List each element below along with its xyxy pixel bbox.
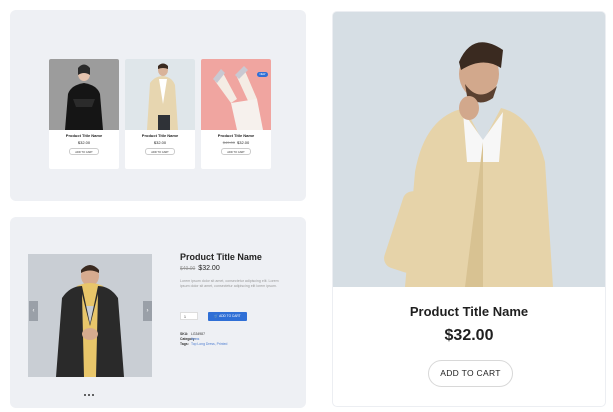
product-card[interactable]: Product Title Name $32.00 ADD TO CART [125,59,195,169]
product-title[interactable]: Product Title Name [125,133,195,138]
add-to-cart-button[interactable]: ADD TO CART [145,148,175,155]
large-product-image[interactable] [333,12,605,287]
product-grid-panel: Product Title Name $32.00 ADD TO CART Pr… [10,10,306,201]
product-detail-price-value: $32.00 [198,265,220,272]
product-card[interactable]: Product Title Name $32.00 ADD TO CART [49,59,119,169]
product-image[interactable] [125,59,195,130]
product-title[interactable]: Product Title Name [49,133,119,138]
large-product-price: $32.00 [444,327,494,344]
add-to-cart-button[interactable]: ADD TO CART [428,360,513,387]
large-product-title[interactable]: Product Title Name [333,304,605,319]
sku-value: LG34987 [191,332,205,336]
carousel-dots[interactable] [84,383,98,396]
tags-link[interactable]: Top Long Dress, Printed [191,342,227,346]
product-old-price: $49.00 [222,140,235,145]
product-title[interactable]: Product Title Name [201,133,271,138]
product-price: $32.00 [125,140,195,145]
product-meta: SKU: LG34987 Category:Items Tags: Top Long… [180,332,227,347]
product-image[interactable] [49,59,119,130]
carousel-dot[interactable] [88,394,90,396]
product-description: Lorem ipsum dolor sit amet, consectetur … [180,279,279,289]
product-price-value: $32.00 [77,140,91,145]
product-price-value: $32.00 [153,140,167,145]
add-to-cart-button[interactable]: ADD TO CART [69,148,99,155]
quantity-input[interactable]: 1 [180,312,198,320]
product-detail-image[interactable] [28,254,152,377]
add-to-cart-label: ADD TO CART [219,314,241,318]
category-link[interactable]: Items [191,337,199,341]
large-product-card[interactable]: Product Title Name $32.00 ADD TO CART [333,12,605,406]
carousel-dot[interactable] [84,394,86,396]
product-price: $32.00 [49,140,119,145]
product-detail-title: Product Title Name [180,252,262,262]
tags-label: Tags: [180,342,189,346]
carousel-dot[interactable] [92,394,94,396]
previous-arrow-icon[interactable]: ‹ [29,301,38,321]
new-badge: NEW [257,72,268,77]
add-to-cart-button[interactable]: 🛒 ADD TO CART [208,312,247,321]
add-to-cart-button[interactable]: ADD TO CART [221,148,251,155]
next-arrow-icon[interactable]: › [143,301,152,321]
product-detail-price: $49.00 $32.00 [180,265,220,272]
product-price-value: $32.00 [237,140,250,145]
cart-icon: 🛒 [214,314,219,318]
product-price: $49.00 $32.00 [201,140,271,145]
product-card[interactable]: NEW Product Title Name $49.00 $32.00 ADD … [201,59,271,169]
product-image[interactable] [201,59,271,130]
product-detail-old-price: $49.00 [180,266,196,272]
